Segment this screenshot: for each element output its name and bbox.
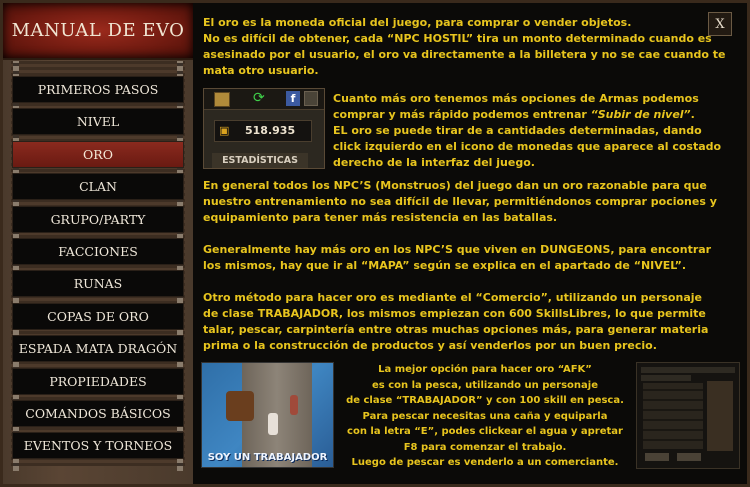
worker-caption: SOY UN TRABAJADOR <box>207 452 328 463</box>
paragraph-intro: El oro es la moneda oficial del juego, p… <box>203 15 725 79</box>
inventory-screenshot <box>636 362 740 469</box>
level-up-emphasis: “Subir de nivel” <box>590 108 691 121</box>
text-line: Otro método para hacer oro es mediante e… <box>203 291 702 304</box>
inventory-grid <box>643 383 703 449</box>
text-line: derecho de la interfaz del juego. <box>333 156 535 169</box>
text-line: de clase TRABAJADOR, los mismos empiezan… <box>203 307 706 320</box>
coin-icon[interactable] <box>214 92 230 107</box>
text-line: talar, pescar, carpintería entre otras m… <box>203 323 709 336</box>
stats-button[interactable]: ESTADÍSTICAS <box>212 153 308 168</box>
text-line: Luego de pescar es venderlo a un comerci… <box>351 457 619 468</box>
text-line: En general todos los NPC’S (Monstruos) d… <box>203 179 707 192</box>
text-line: nuestro entrenamiento no sea difícil de … <box>203 195 717 208</box>
menu-item-espada-mata-dragon[interactable]: ESPADA MATA DRAGÓN <box>12 335 184 363</box>
text-span: comprar y más rápido podemos entrenar <box>333 108 591 121</box>
text-line: mata otro usuario. <box>203 64 319 77</box>
menu-item-eventos-y-torneos[interactable]: EVENTOS Y TORNEOS <box>12 432 184 460</box>
sidebar-menu: PRIMEROS PASOS NIVEL ORO CLAN GRUPO/PART… <box>12 76 184 465</box>
menu-item-runas[interactable]: RUNAS <box>12 270 184 298</box>
panel-icon <box>304 91 318 106</box>
text-line: prima o la construcción de productos y a… <box>203 339 657 352</box>
text-line: Generalmente hay más oro en los NPC’S qu… <box>203 243 712 256</box>
text-line: F8 para comenzar el trabajo. <box>403 441 567 453</box>
menu-item-facciones[interactable]: FACCIONES <box>12 237 184 265</box>
menu-item-nivel[interactable]: NIVEL <box>12 108 184 136</box>
gold-stats-widget: ⟳ f ▣ 518.935 ESTADÍSTICAS <box>203 88 325 169</box>
text-line: EL oro se puede tirar de a cantidades de… <box>333 124 702 137</box>
ui-button <box>677 453 701 461</box>
npc-figure <box>290 395 298 415</box>
text-line: equipamiento para tener más resistencia … <box>203 211 558 224</box>
text-line: click izquierdo en el icono de monedas q… <box>333 140 722 153</box>
menu-item-comandos-basicos[interactable]: COMANDOS BÁSICOS <box>12 399 184 427</box>
text-line: La mejor opción para hacer oro “AFK” <box>378 364 592 375</box>
menu-item-primeros-pasos[interactable]: PRIMEROS PASOS <box>12 76 184 103</box>
paragraph-dungeons: Generalmente hay más oro en los NPC’S qu… <box>203 242 711 274</box>
facebook-icon[interactable]: f <box>286 91 300 106</box>
manual-title: MANUAL DE EVO <box>3 3 193 60</box>
menu-item-oro[interactable]: ORO <box>12 140 184 168</box>
text-line: de clase “TRABAJADOR” y con 100 skill en… <box>346 395 624 406</box>
barrel <box>226 391 254 421</box>
text-line: No es difícil de obtener, cada “NPC HOST… <box>203 32 712 45</box>
ui-bar <box>641 375 691 381</box>
menu-item-copas-de-oro[interactable]: COPAS DE ORO <box>12 302 184 330</box>
gold-coins-icon: ▣ <box>219 124 230 137</box>
text-line: Cuanto más oro tenemos más opciones de A… <box>333 92 699 105</box>
gold-value: 518.935 <box>245 124 296 137</box>
ui-bar <box>641 367 735 373</box>
paragraph-commerce: Otro método para hacer oro es mediante e… <box>203 290 708 354</box>
refresh-icon[interactable]: ⟳ <box>253 90 265 106</box>
text-line: El oro es la moneda oficial del juego, p… <box>203 16 632 29</box>
text-line: comprar y más rápido podemos entrenar “S… <box>333 107 721 123</box>
text-line: asesinado por el usuario, el oro va dire… <box>203 48 726 61</box>
text-line: Para pescar necesitas una caña y equipar… <box>362 410 608 422</box>
side-panel <box>707 381 733 451</box>
text-line: con la letra “E”, podes clickear el agua… <box>347 426 623 437</box>
paragraph-fishing: La mejor opción para hacer oro “AFK” es … <box>340 362 630 471</box>
worker-figure <box>268 413 278 435</box>
paragraph-npcs: En general todos los NPC’S (Monstruos) d… <box>203 178 717 226</box>
worker-screenshot: SOY UN TRABAJADOR <box>201 362 334 468</box>
ui-button <box>645 453 669 461</box>
paragraph-weapons: Cuanto más oro tenemos más opciones de A… <box>333 91 721 171</box>
menu-item-propiedades[interactable]: PROPIEDADES <box>12 367 184 395</box>
menu-item-grupo-party[interactable]: GRUPO/PARTY <box>12 205 184 233</box>
text-line: los mismos, hay que ir al “MAPA” según s… <box>203 259 687 272</box>
stats-topbar: ⟳ f <box>204 89 324 110</box>
menu-item-clan[interactable]: CLAN <box>12 173 184 201</box>
text-span: . <box>690 108 695 121</box>
gold-balance[interactable]: ▣ 518.935 <box>214 120 312 142</box>
text-line: es con la pesca, utilizando un personaje <box>372 379 598 391</box>
